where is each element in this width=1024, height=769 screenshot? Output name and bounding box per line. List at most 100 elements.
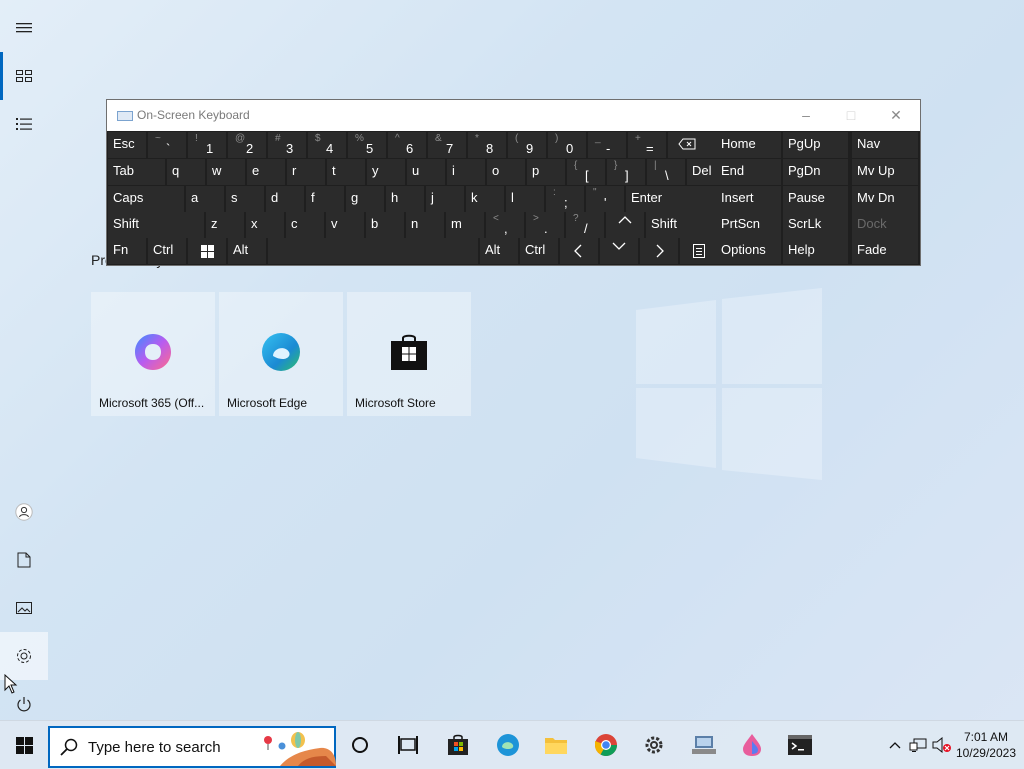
key-a[interactable]: a [186, 186, 224, 212]
key-9[interactable]: (9 [508, 132, 546, 158]
key-m[interactable]: m [446, 212, 484, 238]
chevron-up-icon[interactable] [884, 721, 906, 769]
search-box[interactable]: Type here to search [48, 726, 336, 768]
key-i[interactable]: i [447, 159, 485, 185]
key-help[interactable]: Help [783, 238, 848, 264]
key-down[interactable] [600, 238, 638, 264]
key-o[interactable]: o [487, 159, 525, 185]
key-u[interactable]: u [407, 159, 445, 185]
minimize-button[interactable]: – [796, 107, 816, 123]
menu-icon[interactable] [0, 4, 48, 52]
key-1[interactable]: ! 1 [188, 132, 226, 158]
key-caps[interactable]: Caps [108, 186, 184, 212]
key-pgup[interactable]: PgUp [783, 132, 848, 158]
key-win[interactable] [188, 238, 226, 264]
key-fn[interactable]: Fn [108, 238, 146, 264]
key-z[interactable]: z [206, 212, 244, 238]
key-x[interactable]: x [246, 212, 284, 238]
list-icon[interactable] [0, 100, 48, 148]
key-esc[interactable]: Esc [108, 132, 146, 158]
key-menu[interactable] [680, 238, 718, 264]
key-`[interactable]: ~ ` [148, 132, 186, 158]
key-;[interactable]: :; [546, 186, 584, 212]
start-button[interactable] [0, 721, 48, 769]
paint-icon[interactable] [728, 721, 776, 769]
key-\[interactable]: | \ [647, 159, 685, 185]
key-mv-up[interactable]: Mv Up [852, 159, 918, 185]
key-p[interactable]: p [527, 159, 565, 185]
key-d[interactable]: d [266, 186, 304, 212]
key-2[interactable]: @2 [228, 132, 266, 158]
key-y[interactable]: y [367, 159, 405, 185]
key-alt[interactable]: Alt [228, 238, 266, 264]
key-v[interactable]: v [326, 212, 364, 238]
key-l[interactable]: l [506, 186, 544, 212]
key-right[interactable] [640, 238, 678, 264]
file-explorer-icon[interactable] [532, 721, 580, 769]
key-f[interactable]: f [306, 186, 344, 212]
terminal-icon[interactable] [776, 721, 824, 769]
key-nav[interactable]: Nav [852, 132, 918, 158]
key-n[interactable]: n [406, 212, 444, 238]
store-icon[interactable] [434, 721, 482, 769]
key-fade[interactable]: Fade [852, 238, 918, 264]
key-t[interactable]: t [327, 159, 365, 185]
key-space[interactable] [268, 238, 478, 264]
network-icon[interactable] [906, 721, 930, 769]
key-,[interactable]: <, [486, 212, 524, 238]
key-6[interactable]: ^ 6 [388, 132, 426, 158]
chrome-icon[interactable] [582, 721, 630, 769]
key-e[interactable]: e [247, 159, 285, 185]
key-up[interactable] [606, 212, 644, 238]
key-q[interactable]: q [167, 159, 205, 185]
pictures-icon[interactable] [0, 584, 48, 632]
key-s[interactable]: s [226, 186, 264, 212]
key-j[interactable]: j [426, 186, 464, 212]
all-tiles-icon[interactable] [0, 52, 48, 100]
tile-microsoft-store[interactable]: Microsoft Store [347, 292, 471, 416]
key-r[interactable]: r [287, 159, 325, 185]
network-app-icon[interactable] [680, 721, 728, 769]
key-.[interactable]: >. [526, 212, 564, 238]
key-w[interactable]: w [207, 159, 245, 185]
task-view-icon[interactable] [384, 721, 432, 769]
key-h[interactable]: h [386, 186, 424, 212]
key-dock[interactable]: Dock [852, 212, 918, 238]
key-shift[interactable]: Shift [108, 212, 204, 238]
key-3[interactable]: #3 [268, 132, 306, 158]
edge-icon[interactable] [484, 721, 532, 769]
key-ctrl[interactable]: Ctrl [520, 238, 558, 264]
key-ctrl[interactable]: Ctrl [148, 238, 186, 264]
key-prtscn[interactable]: PrtScn [716, 212, 781, 238]
tile-microsoft-365[interactable]: Microsoft 365 (Off... [91, 292, 215, 416]
key-/[interactable]: ? / [566, 212, 604, 238]
osk-titlebar[interactable]: On-Screen Keyboard – □ ✕ [107, 100, 920, 131]
key-mv-dn[interactable]: Mv Dn [852, 186, 918, 212]
key-options[interactable]: Options [716, 238, 781, 264]
key-4[interactable]: $4 [308, 132, 346, 158]
user-icon[interactable] [0, 488, 48, 536]
key-alt[interactable]: Alt [480, 238, 518, 264]
key-[[interactable]: {[ [567, 159, 605, 185]
key-0[interactable]: ) 0 [548, 132, 586, 158]
key-][interactable]: }] [607, 159, 645, 185]
key-home[interactable]: Home [716, 132, 781, 158]
key-8[interactable]: * 8 [468, 132, 506, 158]
volume-muted-icon[interactable] [930, 721, 954, 769]
key-end[interactable]: End [716, 159, 781, 185]
key-tab[interactable]: Tab [108, 159, 165, 185]
clock[interactable]: 7:01 AM 10/29/2023 [956, 729, 1016, 761]
key-left[interactable] [560, 238, 598, 264]
key-scrlk[interactable]: ScrLk [783, 212, 848, 238]
key-k[interactable]: k [466, 186, 504, 212]
key-insert[interactable]: Insert [716, 186, 781, 212]
settings-icon[interactable] [630, 721, 678, 769]
settings-icon[interactable] [0, 632, 48, 680]
key-5[interactable]: % 5 [348, 132, 386, 158]
key-g[interactable]: g [346, 186, 384, 212]
key-7[interactable]: & 7 [428, 132, 466, 158]
key-b[interactable]: b [366, 212, 404, 238]
key-c[interactable]: c [286, 212, 324, 238]
cortana-icon[interactable] [336, 721, 384, 769]
documents-icon[interactable] [0, 536, 48, 584]
